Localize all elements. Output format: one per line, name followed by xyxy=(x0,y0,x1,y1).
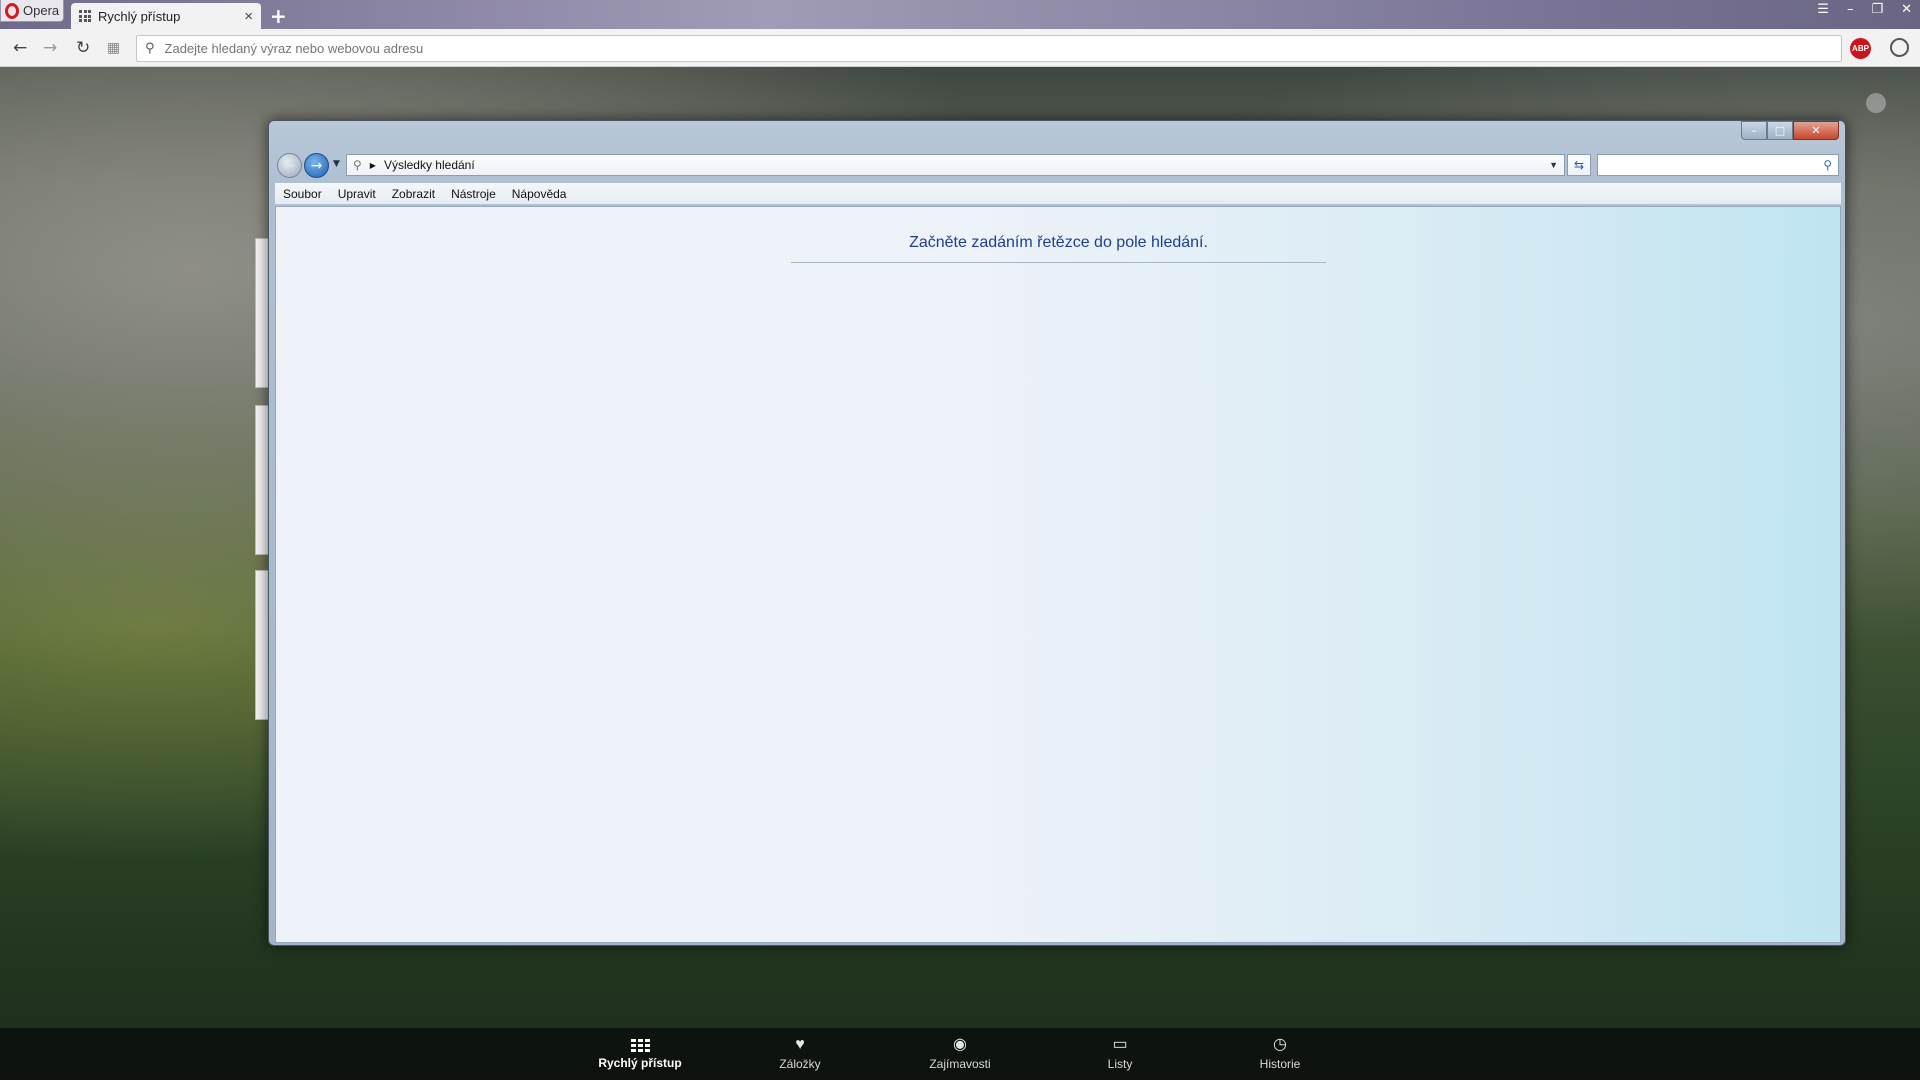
explorer-address-bar[interactable]: ⚲ ▶ Výsledky hledání ▼ xyxy=(346,154,1565,176)
speed-dial-icon xyxy=(79,10,91,22)
search-icon[interactable]: ⚲ xyxy=(1823,158,1832,172)
refresh-button[interactable]: ⇆ xyxy=(1567,154,1591,176)
opera-menu-button[interactable]: Opera xyxy=(0,0,64,22)
breadcrumb-current[interactable]: Výsledky hledání xyxy=(384,158,475,172)
speed-dial-grid-icon[interactable]: ▦ xyxy=(107,40,120,56)
address-dropdown-icon[interactable]: ▼ xyxy=(1549,160,1558,170)
explorer-minimize-button[interactable]: – xyxy=(1741,121,1767,140)
bottombar-label: Záložky xyxy=(779,1057,821,1071)
explorer-search-input[interactable] xyxy=(1604,158,1824,172)
speed-dial-thumbnail[interactable] xyxy=(255,570,269,720)
browser-toolbar: ← → ↻ ▦ ⚲ ABP xyxy=(0,29,1920,67)
speed-dial-thumbnail[interactable] xyxy=(255,405,269,555)
account-icon[interactable] xyxy=(1890,38,1909,57)
opera-menu-label: Opera xyxy=(23,3,60,18)
tab-title: Rychlý přístup xyxy=(98,8,181,24)
heart-icon: ♥ xyxy=(795,1036,805,1053)
bottombar-label: Listy xyxy=(1107,1057,1133,1071)
grid-icon xyxy=(630,1038,650,1052)
search-results-pane[interactable]: Začněte zadáním řetězce do pole hledání. xyxy=(275,206,1841,943)
explorer-maximize-button[interactable]: □ xyxy=(1767,121,1793,140)
breadcrumb-chevron-icon[interactable]: ▶ xyxy=(370,161,376,170)
forward-button[interactable]: → xyxy=(43,38,57,58)
devices-icon: ▭ xyxy=(1112,1036,1128,1053)
explorer-back-button[interactable]: ← xyxy=(277,153,302,178)
menu-file[interactable]: Soubor xyxy=(275,183,330,205)
explorer-search-box[interactable]: ⚲ xyxy=(1597,154,1839,176)
menu-tools[interactable]: Nástroje xyxy=(443,183,504,205)
menu-help[interactable]: Nápověda xyxy=(504,183,575,205)
bottombar-item-bookmarks[interactable]: ♥ Záložky xyxy=(745,1028,855,1080)
bottombar-item-history[interactable]: ◷ Historie xyxy=(1225,1028,1335,1080)
bottombar-item-discover[interactable]: ◉ Zajímavosti xyxy=(905,1028,1015,1080)
bottombar-label: Zajímavosti xyxy=(929,1057,991,1071)
address-input[interactable] xyxy=(164,37,1841,60)
eye-icon: ◉ xyxy=(953,1036,967,1053)
close-window-button[interactable]: ✕ xyxy=(1901,2,1912,17)
adblock-plus-icon[interactable]: ABP xyxy=(1850,38,1871,59)
close-tab-icon[interactable]: × xyxy=(244,8,253,25)
tab-speed-dial[interactable]: Rychlý přístup × xyxy=(71,3,261,29)
explorer-forward-button[interactable]: → xyxy=(304,153,329,178)
recent-pages-dropdown-icon[interactable]: ▼ xyxy=(333,159,340,169)
browser-tab-bar: Opera Rychlý přístup × + ☰ – ❐ ✕ xyxy=(0,0,1920,29)
empty-search-message: Začněte zadáním řetězce do pole hledání. xyxy=(791,234,1326,263)
bottombar-label: Rychlý přístup xyxy=(598,1055,682,1070)
bottombar-label: Historie xyxy=(1259,1057,1301,1071)
bottombar-item-tabs[interactable]: ▭ Listy xyxy=(1065,1028,1175,1080)
search-icon: ⚲ xyxy=(145,41,155,56)
tab-menu-icon[interactable]: ☰ xyxy=(1817,2,1829,17)
new-tab-button[interactable]: + xyxy=(270,4,287,28)
menu-view[interactable]: Zobrazit xyxy=(384,183,443,205)
minimize-button[interactable]: – xyxy=(1847,2,1854,17)
explorer-menu-bar: Soubor Upravit Zobrazit Nástroje Nápověd… xyxy=(275,183,1841,205)
restore-button[interactable]: ❐ xyxy=(1871,2,1883,17)
back-button[interactable]: ← xyxy=(13,38,27,58)
search-folder-icon: ⚲ xyxy=(353,158,362,172)
settings-circle-icon[interactable] xyxy=(1866,93,1886,113)
opera-logo-icon xyxy=(5,2,19,19)
address-bar[interactable]: ⚲ xyxy=(136,35,1842,62)
reload-button[interactable]: ↻ xyxy=(76,38,90,58)
explorer-close-button[interactable]: ✕ xyxy=(1793,121,1839,140)
menu-edit[interactable]: Upravit xyxy=(330,183,384,205)
speed-dial-thumbnail[interactable] xyxy=(255,238,269,388)
bottombar-item-speed-dial[interactable]: Rychlý přístup xyxy=(585,1028,695,1080)
speed-dial-bottom-bar: Rychlý přístup ♥ Záložky ◉ Zajímavosti ▭… xyxy=(0,1028,1920,1080)
clock-icon: ◷ xyxy=(1273,1036,1287,1053)
